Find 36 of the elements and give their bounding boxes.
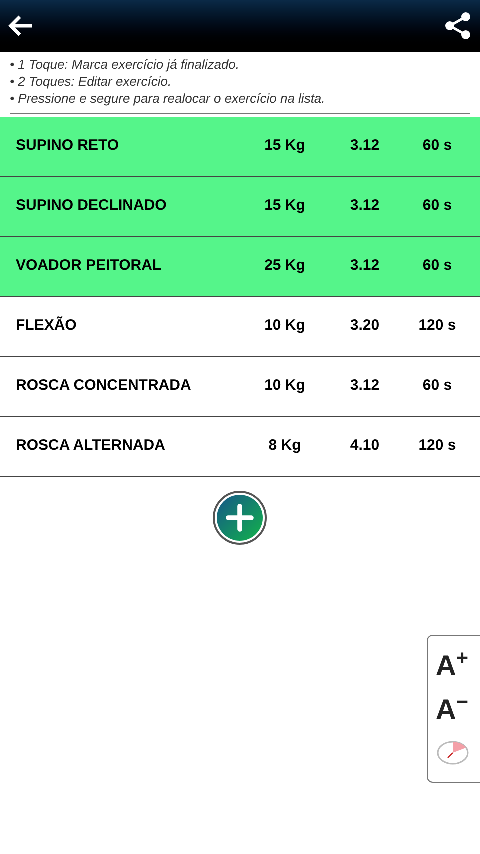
rest-text: 120 s xyxy=(418,317,456,334)
rest-text: 60 s xyxy=(422,197,452,214)
decrease-font-button[interactable]: A$^{−}$ xyxy=(436,692,468,728)
weight-text: 25 Kg xyxy=(264,257,306,274)
exercise-name: ROSCA CONCENTRADA xyxy=(16,377,192,394)
exercise-name: ROSCA ALTERNADA xyxy=(16,437,166,454)
sets-text: 3.12 xyxy=(350,197,380,214)
sets-text: 3.12 xyxy=(350,377,380,394)
sets-text: 3.12 xyxy=(350,257,380,274)
sets-text: 3.20 xyxy=(350,317,380,334)
rest-text: 60 s xyxy=(422,137,452,154)
instruction-text: • 1 Toque: Marca exercício já finalizado. xyxy=(10,56,241,73)
rest-text: 120 s xyxy=(418,437,456,454)
weight-text: 8 Kg xyxy=(268,437,302,454)
rest-text: 60 s xyxy=(422,257,452,274)
weight-text: 15 Kg xyxy=(264,137,306,154)
exercise-row[interactable]: SUPINO RETO 15 Kg 3.12 60 s xyxy=(0,117,480,177)
exercise-row[interactable]: SUPINO DECLINADO 15 Kg 3.12 60 s xyxy=(0,177,480,237)
instruction-text: • 2 Toques: Editar exercício. xyxy=(10,73,173,90)
exercise-name: SUPINO DECLINADO xyxy=(16,197,167,214)
increase-font-button[interactable]: A$^{+}$ xyxy=(436,648,468,684)
rest-text: 60 s xyxy=(422,377,452,394)
weight-text: 10 Kg xyxy=(264,317,306,334)
sets-text: 3.12 xyxy=(350,137,380,154)
back-icon[interactable] xyxy=(8,15,34,37)
weight-text: 10 Kg xyxy=(264,377,306,394)
exercise-row[interactable]: VOADOR PEITORAL 25 Kg 3.12 60 s xyxy=(0,237,480,297)
add-icon xyxy=(217,495,263,541)
exercise-name: VOADOR PEITORAL xyxy=(16,257,162,274)
exercise-name: SUPINO RETO xyxy=(16,137,120,154)
exercise-name: FLEXÃO xyxy=(16,317,77,334)
add-button[interactable] xyxy=(213,491,267,545)
share-icon[interactable] xyxy=(444,12,472,40)
sets-text: 4.10 xyxy=(350,437,380,454)
instruction-text: • Pressione e segure para realocar o exercício na lista. xyxy=(10,90,326,107)
weight-text: 15 Kg xyxy=(264,197,306,214)
